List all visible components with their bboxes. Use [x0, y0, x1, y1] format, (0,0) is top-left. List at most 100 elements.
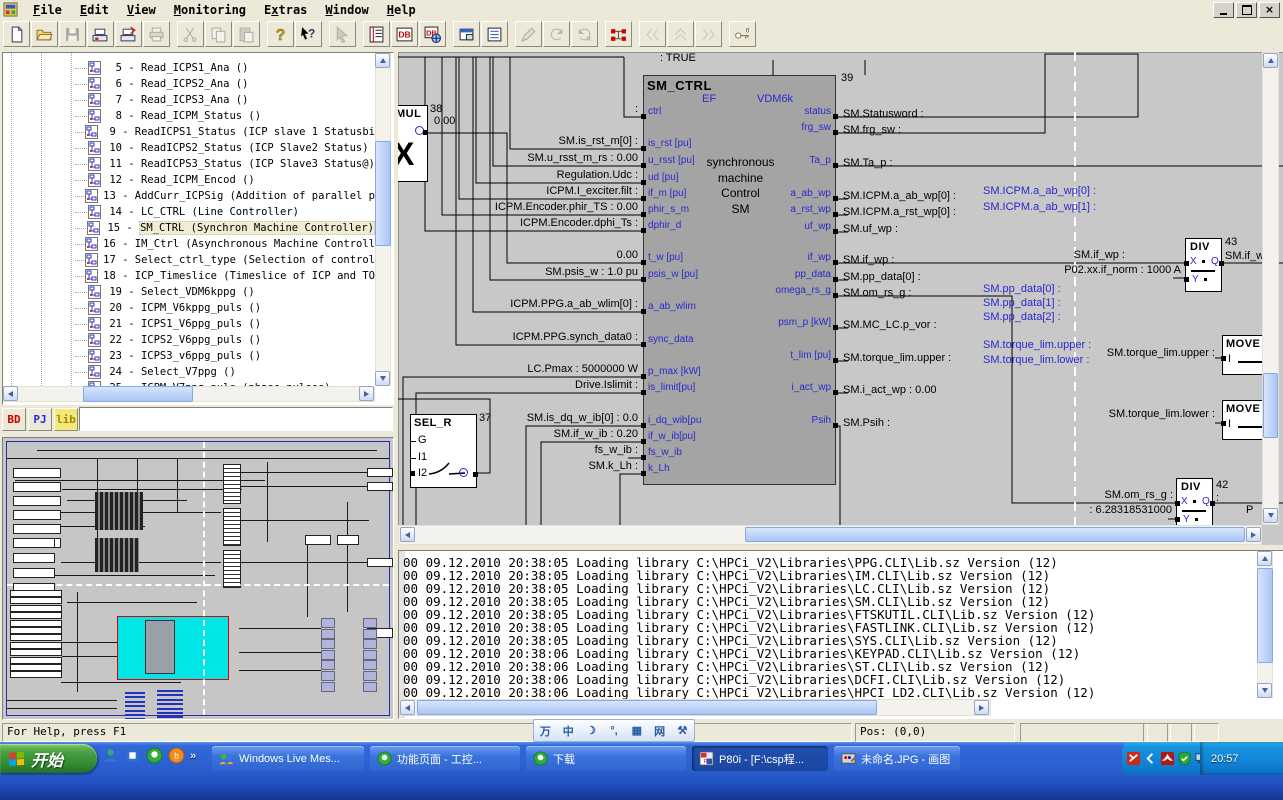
div-block-43[interactable]: DIV X Q Y	[1185, 238, 1222, 292]
search-input[interactable]	[79, 407, 393, 431]
tree-scroll-down-button[interactable]	[375, 371, 390, 386]
tree-item-9[interactable]: 9 - ReadICPS1_Status (ICP slave 1 Status…	[3, 124, 375, 140]
task-button-3[interactable]: 下载	[526, 746, 686, 771]
tree-item-11[interactable]: 11 - ReadICPS3_Status (ICP Slave3 Status…	[3, 156, 375, 172]
wan-icon[interactable]: 万	[536, 723, 554, 739]
qq-green-icon[interactable]	[146, 747, 163, 764]
log-scroll-right-button[interactable]	[974, 700, 989, 715]
maximize-button[interactable]	[1236, 2, 1257, 18]
task-button-5[interactable]: 未命名.JPG - 画图	[834, 746, 960, 771]
quicklaunch-overflow-chevron[interactable]: »	[190, 750, 196, 762]
div-block-42[interactable]: DIV X Q Y	[1176, 478, 1213, 532]
tree-item-15[interactable]: 15 - SM_CTRL (Synchron Machine Controlle…	[3, 220, 375, 236]
function-block-diagram[interactable]: SM_CTRL EF VDM6k synchronous machine Con…	[398, 52, 1283, 545]
tree-item-10[interactable]: 10 - ReadICPS2_Status (ICP Slave2 Status…	[3, 140, 375, 156]
db-online-icon[interactable]: DB	[419, 21, 446, 47]
tree-item-6[interactable]: 6 - Read_ICPS2_Ana ()	[3, 76, 375, 92]
shield-green-icon[interactable]	[1177, 751, 1192, 766]
diagram-overview-panel[interactable]	[2, 437, 394, 720]
tree-item-18[interactable]: 18 - ICP_Timeslice (Timeslice of ICP and…	[3, 268, 375, 284]
new-file-icon[interactable]	[3, 21, 30, 47]
tree-scroll-up-button[interactable]	[375, 53, 390, 68]
open-folder-icon[interactable]	[31, 21, 58, 47]
list-report-icon[interactable]	[363, 21, 390, 47]
start-button[interactable]: 开始	[0, 744, 97, 773]
tree-item-14[interactable]: 14 - LC_CTRL (Line Controller)	[3, 204, 375, 220]
tree-item-17[interactable]: 17 - Select_ctrl_type (Selection of cont…	[3, 252, 375, 268]
tab-bd[interactable]: BD	[2, 408, 26, 431]
log-hscroll-thumb[interactable]	[417, 700, 877, 715]
tree-scroll-left-button[interactable]	[3, 386, 18, 401]
wrench-icon[interactable]: ⚒	[673, 723, 691, 739]
menu-help[interactable]: Help	[378, 2, 425, 18]
svg-text:P: P	[704, 759, 708, 765]
chart-icon	[88, 285, 101, 299]
diagram-hscroll-thumb[interactable]	[745, 527, 1245, 542]
tree-item-12[interactable]: 12 - Read_ICPM_Encod ()	[3, 172, 375, 188]
input-pin	[641, 342, 646, 347]
task-button-1[interactable]: Windows Live Mes...	[212, 746, 364, 771]
diagram-scroll-left-button[interactable]	[400, 527, 415, 542]
menu-edit[interactable]: Edit	[71, 2, 118, 18]
input-pin-label: ud [pu]	[648, 172, 679, 183]
chevron-left-icon[interactable]	[1143, 751, 1158, 766]
tree-item-21[interactable]: 21 - ICPS1_V6ppg_puls ()	[3, 316, 375, 332]
diagram-vscrollbar[interactable]	[1262, 52, 1279, 525]
window-tile-icon[interactable]	[453, 21, 480, 47]
keyboard-icon[interactable]: ▦	[628, 723, 646, 739]
diagram-scroll-up-button[interactable]	[1263, 53, 1278, 68]
write-device-icon[interactable]	[87, 21, 114, 47]
tree-item-5[interactable]: 5 - Read_ICPS1_Ana ()	[3, 60, 375, 76]
tree-item-8[interactable]: 8 - Read_ICPM_Status ()	[3, 108, 375, 124]
close-button[interactable]: ×	[1259, 2, 1280, 18]
orange-ball-icon[interactable]: b	[168, 747, 185, 764]
diagram-vscroll-thumb[interactable]	[1263, 373, 1278, 438]
tree-item-13[interactable]: 13 - AddCurr_ICPSig (Addition of paralle…	[3, 188, 375, 204]
tree-hscroll-thumb[interactable]	[83, 386, 193, 402]
task-button-4[interactable]: PP80i - [F:\csp程...	[692, 746, 828, 771]
overview-shape	[363, 682, 377, 692]
tree-scroll-right-button[interactable]	[359, 386, 374, 401]
log-scroll-down-button[interactable]	[1257, 683, 1272, 698]
context-help-icon[interactable]: ?	[295, 21, 322, 47]
paste-icon	[233, 21, 260, 47]
tree-item-7[interactable]: 7 - Read_ICPS3_Ana ()	[3, 92, 375, 108]
read-device-icon[interactable]	[115, 21, 142, 47]
task-button-2[interactable]: 功能页面 - 工控...	[370, 746, 520, 771]
menu-extras[interactable]: Extras	[255, 2, 316, 18]
messenger-person-icon[interactable]	[102, 747, 119, 764]
punct-icon[interactable]: °,	[605, 723, 623, 739]
help-icon[interactable]: ?	[267, 21, 294, 47]
menu-monitoring[interactable]: Monitoring	[165, 2, 255, 18]
tree-item-22[interactable]: 22 - ICPS2_V6ppg_puls ()	[3, 332, 375, 348]
diagram-scroll-right-button[interactable]	[1246, 527, 1261, 542]
tree-vscroll-thumb[interactable]	[375, 141, 391, 246]
minimize-button[interactable]	[1213, 2, 1234, 18]
log-scroll-left-button[interactable]	[400, 700, 415, 715]
connector-icon[interactable]	[605, 21, 632, 47]
tree-item-19[interactable]: 19 - Select_VDM6kppg ()	[3, 284, 375, 300]
db-icon[interactable]: DB	[391, 21, 418, 47]
diagram-scroll-down-button[interactable]	[1263, 508, 1278, 523]
app-blue-icon[interactable]	[124, 747, 141, 764]
log-scroll-up-button[interactable]	[1257, 551, 1272, 566]
zhong-icon[interactable]: 中	[559, 723, 577, 739]
reader-red-icon[interactable]	[1160, 751, 1175, 766]
menu-view[interactable]: View	[118, 2, 165, 18]
tree-item-16[interactable]: 16 - IM_Ctrl (Asynchronous Machine Contr…	[3, 236, 375, 252]
overview-shape	[37, 450, 377, 451]
tree-item-20[interactable]: 20 - ICPM_V6kppg_puls ()	[3, 300, 375, 316]
net-icon[interactable]: 网	[651, 723, 669, 739]
key-icon[interactable]: 0	[729, 21, 756, 47]
log-vscroll-thumb[interactable]	[1257, 568, 1273, 663]
tab-lib[interactable]: lib	[54, 408, 78, 431]
tree-item-23[interactable]: 23 - ICPS3_v6ppg_puls ()	[3, 348, 375, 364]
list-view-icon[interactable]	[481, 21, 508, 47]
moon-icon[interactable]: ☽	[582, 723, 600, 739]
menu-file[interactable]: File	[24, 2, 71, 18]
tab-pj[interactable]: PJ	[28, 408, 52, 431]
menu-window[interactable]: Window	[316, 2, 377, 18]
log-lines: 00 09.12.2010 20:38:05 Loading library C…	[403, 556, 1095, 699]
red-flag-icon[interactable]	[1126, 751, 1141, 766]
tree-item-24[interactable]: 24 - Select_V7ppg ()	[3, 364, 375, 380]
